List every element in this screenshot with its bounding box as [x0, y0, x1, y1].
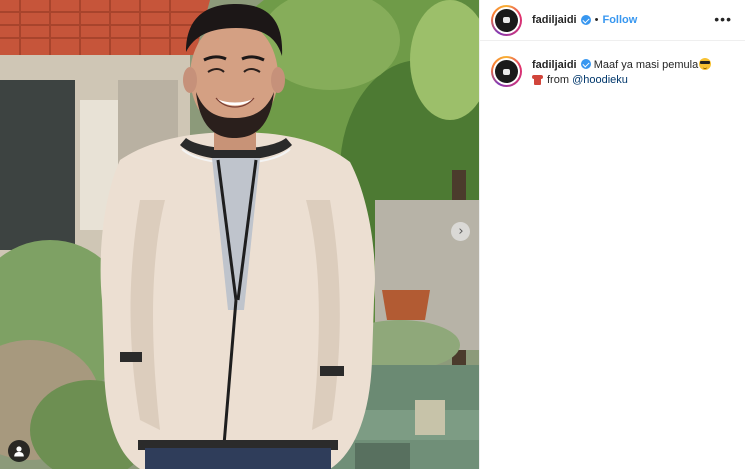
caption-mention-link[interactable]: @hoodieku: [572, 74, 628, 86]
follow-button[interactable]: Follow: [602, 14, 637, 26]
instagram-post: › fadiljaidi • Follow ••• fadiljaidi Maa…: [0, 0, 745, 469]
caption-username[interactable]: fadiljaidi: [532, 59, 577, 71]
photo-illustration: [0, 0, 479, 469]
post-header: fadiljaidi • Follow •••: [480, 0, 745, 41]
verified-badge-icon: [580, 59, 591, 69]
user-tag-icon: [14, 446, 24, 457]
caption-avatar-ring: [493, 58, 520, 85]
caption-line-2-prefix: from: [547, 74, 569, 86]
avatar-ring: [493, 6, 520, 34]
sunglasses-emoji-icon: [699, 58, 712, 70]
header-username[interactable]: fadiljaidi: [532, 14, 577, 26]
verified-badge-icon: [580, 15, 591, 25]
caption-text: fadiljaidi Maaf ya masi pemula from @hoo…: [532, 58, 712, 88]
avatar-image: [495, 8, 518, 32]
chevron-right-icon: ›: [458, 224, 464, 239]
next-photo-button[interactable]: ›: [451, 222, 470, 241]
more-options-icon[interactable]: •••: [714, 12, 732, 26]
post-photo[interactable]: ›: [0, 0, 479, 469]
avatar-logo-icon: [503, 68, 510, 75]
post-caption: fadiljaidi Maaf ya masi pemula from @hoo…: [480, 41, 745, 88]
t-shirt-emoji-icon: [532, 74, 543, 85]
caption-avatar[interactable]: [491, 56, 522, 87]
avatar-logo-icon: [503, 17, 510, 23]
caption-line-1: Maaf ya masi pemula: [593, 59, 699, 71]
user-tag-button[interactable]: [8, 440, 30, 462]
caption-avatar-image: [495, 60, 518, 83]
follow-separator: •: [594, 14, 599, 26]
avatar[interactable]: [491, 4, 522, 36]
post-side-panel: fadiljaidi • Follow ••• fadiljaidi Maaf …: [479, 0, 745, 469]
